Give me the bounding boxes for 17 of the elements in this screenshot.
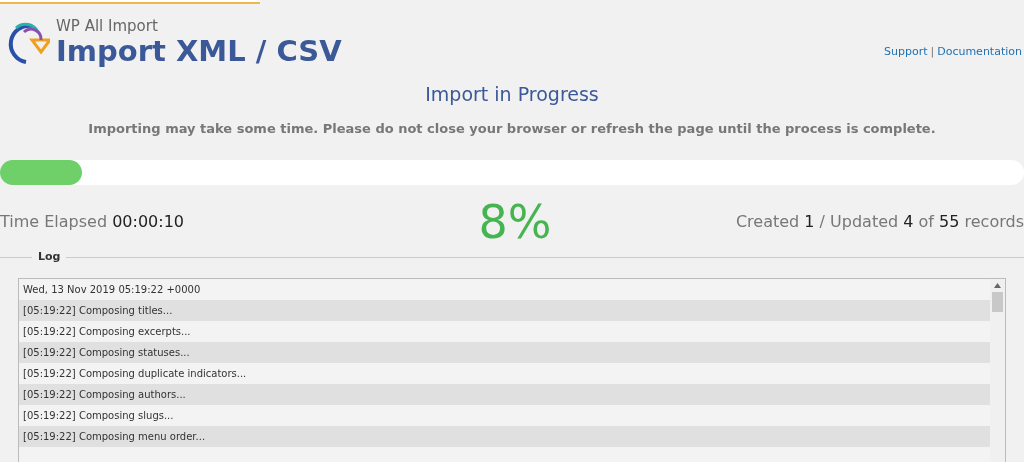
brand-name: WP All Import bbox=[56, 18, 159, 34]
scroll-thumb[interactable] bbox=[992, 291, 1003, 312]
status-heading: Import in Progress bbox=[425, 82, 599, 107]
log-line: [05:19:22] Composing slugs... bbox=[22, 408, 175, 423]
log-line: [05:19:22] Composing excerpts... bbox=[22, 324, 192, 339]
log-line: Wed, 13 Nov 2019 05:19:22 +0000 bbox=[22, 282, 202, 297]
log-legend: Log bbox=[32, 249, 67, 266]
scroll-up-icon[interactable] bbox=[994, 282, 1001, 288]
page-title: Import XML / CSV bbox=[56, 36, 342, 66]
percent-complete: 8% bbox=[478, 193, 552, 251]
time-elapsed: Time Elapsed 00:00:10 bbox=[0, 211, 185, 233]
documentation-link[interactable]: Documentation bbox=[937, 43, 1022, 60]
notice-text: Importing may take some time. Please do not close your browser or refresh the page until the process is complete. bbox=[88, 119, 936, 138]
link-separator: | bbox=[930, 43, 935, 60]
records-summary: Created 1 / Updated 4 of 55 records bbox=[735, 211, 1024, 233]
support-link[interactable]: Support bbox=[884, 43, 928, 60]
log-line: [05:19:22] Composing duplicate indicators... bbox=[22, 366, 248, 381]
